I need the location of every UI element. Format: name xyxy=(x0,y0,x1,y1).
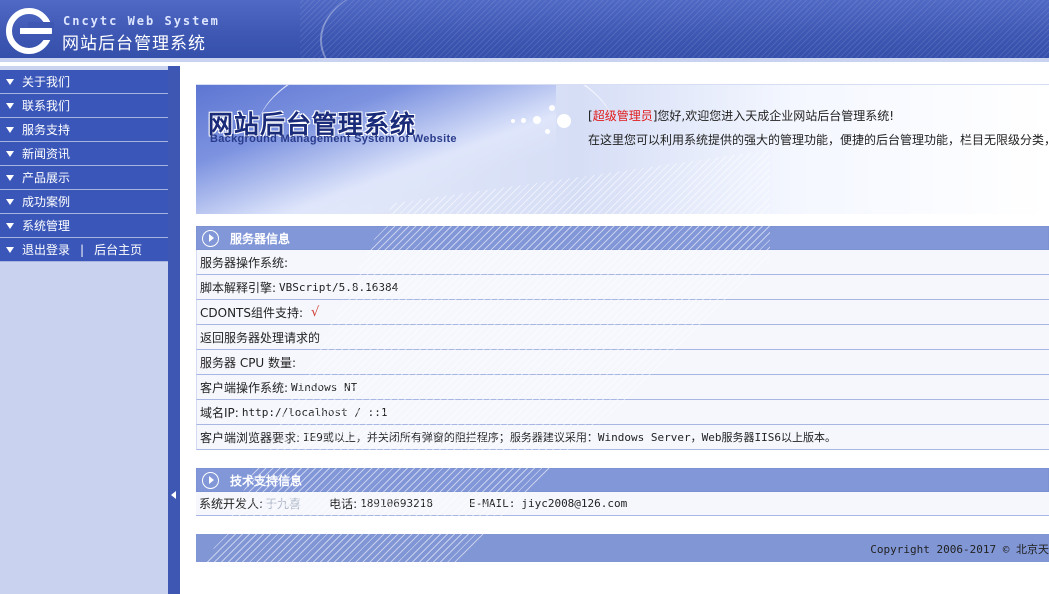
info-row-script-engine: 脚本解释引擎: VBScript/5.8.16384 xyxy=(196,275,1049,300)
sidebar: 关于我们 联系我们 服务支持 新闻资讯 产品展示 成功案例 系统管理 退出登录 xyxy=(0,66,168,594)
sidebar-item-account: 退出登录 | 后台主页 xyxy=(0,238,168,262)
sidebar-item-label: 系统管理 xyxy=(22,219,71,233)
info-row-request-time: 返回服务器处理请求的 xyxy=(196,325,1049,350)
logo-chinese-text: 网站后台管理系统 xyxy=(62,34,206,54)
sidebar-item-news[interactable]: 新闻资讯 xyxy=(0,142,168,166)
info-value: http://localhost / ::1 xyxy=(241,405,388,419)
expand-triangle-icon xyxy=(6,78,14,85)
system-subtitle: Background Management System of Website xyxy=(210,133,457,145)
email-label: E-MAIL: xyxy=(468,497,516,510)
sidebar-item-cases[interactable]: 成功案例 xyxy=(0,190,168,214)
info-label: 服务器操作系统: xyxy=(200,255,289,270)
developer-name: 于九喜 xyxy=(265,497,302,511)
info-label: 返回服务器处理请求的 xyxy=(200,330,321,345)
expand-triangle-icon xyxy=(6,102,14,109)
welcome-description: 在这里您可以利用系统提供的强大的管理功能，便捷的后台管理功能，栏目无限级分类， xyxy=(588,133,1049,147)
admin-home-link[interactable]: 后台主页 xyxy=(94,241,142,258)
sidebar-item-system[interactable]: 系统管理 xyxy=(0,214,168,238)
info-label: 域名IP: xyxy=(200,405,239,420)
sidebar-item-support[interactable]: 服务支持 xyxy=(0,118,168,142)
info-row-cpu-count: 服务器 CPU 数量: xyxy=(196,350,1049,375)
panel-header: 技术支持信息 xyxy=(196,468,1049,492)
info-label: 服务器 CPU 数量: xyxy=(200,355,297,370)
sidebar-item-label: 联系我们 xyxy=(22,99,71,113)
link-separator: | xyxy=(80,242,85,257)
panel-title: 服务器信息 xyxy=(230,231,291,246)
phone-value: 18910693218 xyxy=(360,497,433,510)
user-role: 超级管理员 xyxy=(592,109,653,123)
info-row-browser-req: 客户端浏览器要求: IE9或以上，并关闭所有弹窗的阻拦程序；服务器建议采用：Wi… xyxy=(196,425,1049,450)
expand-triangle-icon xyxy=(6,174,14,181)
info-label: 客户端浏览器要求: xyxy=(200,430,301,445)
play-circle-icon xyxy=(202,471,219,489)
sidebar-item-label: 成功案例 xyxy=(22,195,71,209)
sidebar-menu: 关于我们 联系我们 服务支持 新闻资讯 产品展示 成功案例 系统管理 退出登录 xyxy=(0,70,168,262)
glow-dots-decoration xyxy=(511,97,581,137)
panel-header: 服务器信息 xyxy=(196,226,1049,250)
expand-triangle-icon xyxy=(6,150,14,157)
contact-row: 系统开发人: 于九喜 电话: 18910693218 E-MAIL: jiyc2… xyxy=(196,492,1049,516)
expand-triangle-icon xyxy=(6,246,14,253)
logout-link[interactable]: 退出登录 xyxy=(22,241,70,258)
expand-triangle-icon xyxy=(6,222,14,229)
sidebar-item-label: 新闻资讯 xyxy=(22,147,71,161)
info-label: 客户端操作系统: xyxy=(200,380,289,395)
sidebar-item-label: 服务支持 xyxy=(22,123,71,137)
info-value: IE9或以上，并关闭所有弹窗的阻拦程序；服务器建议采用：Windows Serv… xyxy=(303,431,836,444)
info-row-server-os: 服务器操作系统: xyxy=(196,250,1049,275)
sidebar-item-label: 关于我们 xyxy=(22,75,71,89)
phone-label: 电话: xyxy=(329,497,358,511)
info-value: Windows NT xyxy=(291,380,358,394)
tech-support-panel: 技术支持信息 系统开发人: 于九喜 电话: 18910693218 E-MAIL… xyxy=(196,468,1049,516)
info-row-domain-ip: 域名IP: http://localhost / ::1 xyxy=(196,400,1049,425)
sidebar-toggle-bar[interactable] xyxy=(168,66,180,594)
sidebar-item-about[interactable]: 关于我们 xyxy=(0,70,168,94)
sidebar-item-products[interactable]: 产品展示 xyxy=(0,166,168,190)
info-label: 脚本解释引擎: xyxy=(200,280,277,295)
expand-triangle-icon xyxy=(6,198,14,205)
logo-english-text: Cncytc Web System xyxy=(63,14,220,28)
company-logo-icon xyxy=(6,8,54,54)
greeting-text: ]您好,欢迎您进入天成企业网站后台管理系统! xyxy=(652,109,895,123)
email-value[interactable]: jiyc2008@126.com xyxy=(521,497,627,510)
main-content: 网站后台管理系统 Background Management System of… xyxy=(180,66,1049,594)
copyright-text: Copyright 2006-2017 © 北京天 xyxy=(870,543,1049,556)
top-banner: Cncytc Web System 网站后台管理系统 xyxy=(0,0,1049,62)
footer-bar: Copyright 2006-2017 © 北京天 xyxy=(196,534,1049,562)
play-circle-icon xyxy=(202,229,219,247)
panel-title: 技术支持信息 xyxy=(230,473,303,488)
sidebar-item-contact[interactable]: 联系我们 xyxy=(0,94,168,118)
developer-label: 系统开发人: xyxy=(199,497,264,511)
check-mark-icon: √ xyxy=(311,304,320,320)
expand-triangle-icon xyxy=(6,126,14,133)
info-value: VBScript/5.8.16384 xyxy=(279,280,399,294)
info-row-cdonts: CDONTS组件支持: √ xyxy=(196,300,1049,325)
welcome-banner: 网站后台管理系统 Background Management System of… xyxy=(196,84,1049,214)
banner-swoosh xyxy=(320,0,520,58)
info-label: CDONTS组件支持: xyxy=(200,305,304,320)
info-row-client-os: 客户端操作系统: Windows NT xyxy=(196,375,1049,400)
welcome-greeting: [超级管理员]您好,欢迎您进入天成企业网站后台管理系统! xyxy=(588,107,894,124)
server-info-panel: 服务器信息 服务器操作系统: 脚本解释引擎: VBScript/5.8.1638… xyxy=(196,226,1049,450)
collapse-arrow-icon[interactable] xyxy=(171,491,176,499)
sidebar-item-label: 产品展示 xyxy=(22,171,71,185)
